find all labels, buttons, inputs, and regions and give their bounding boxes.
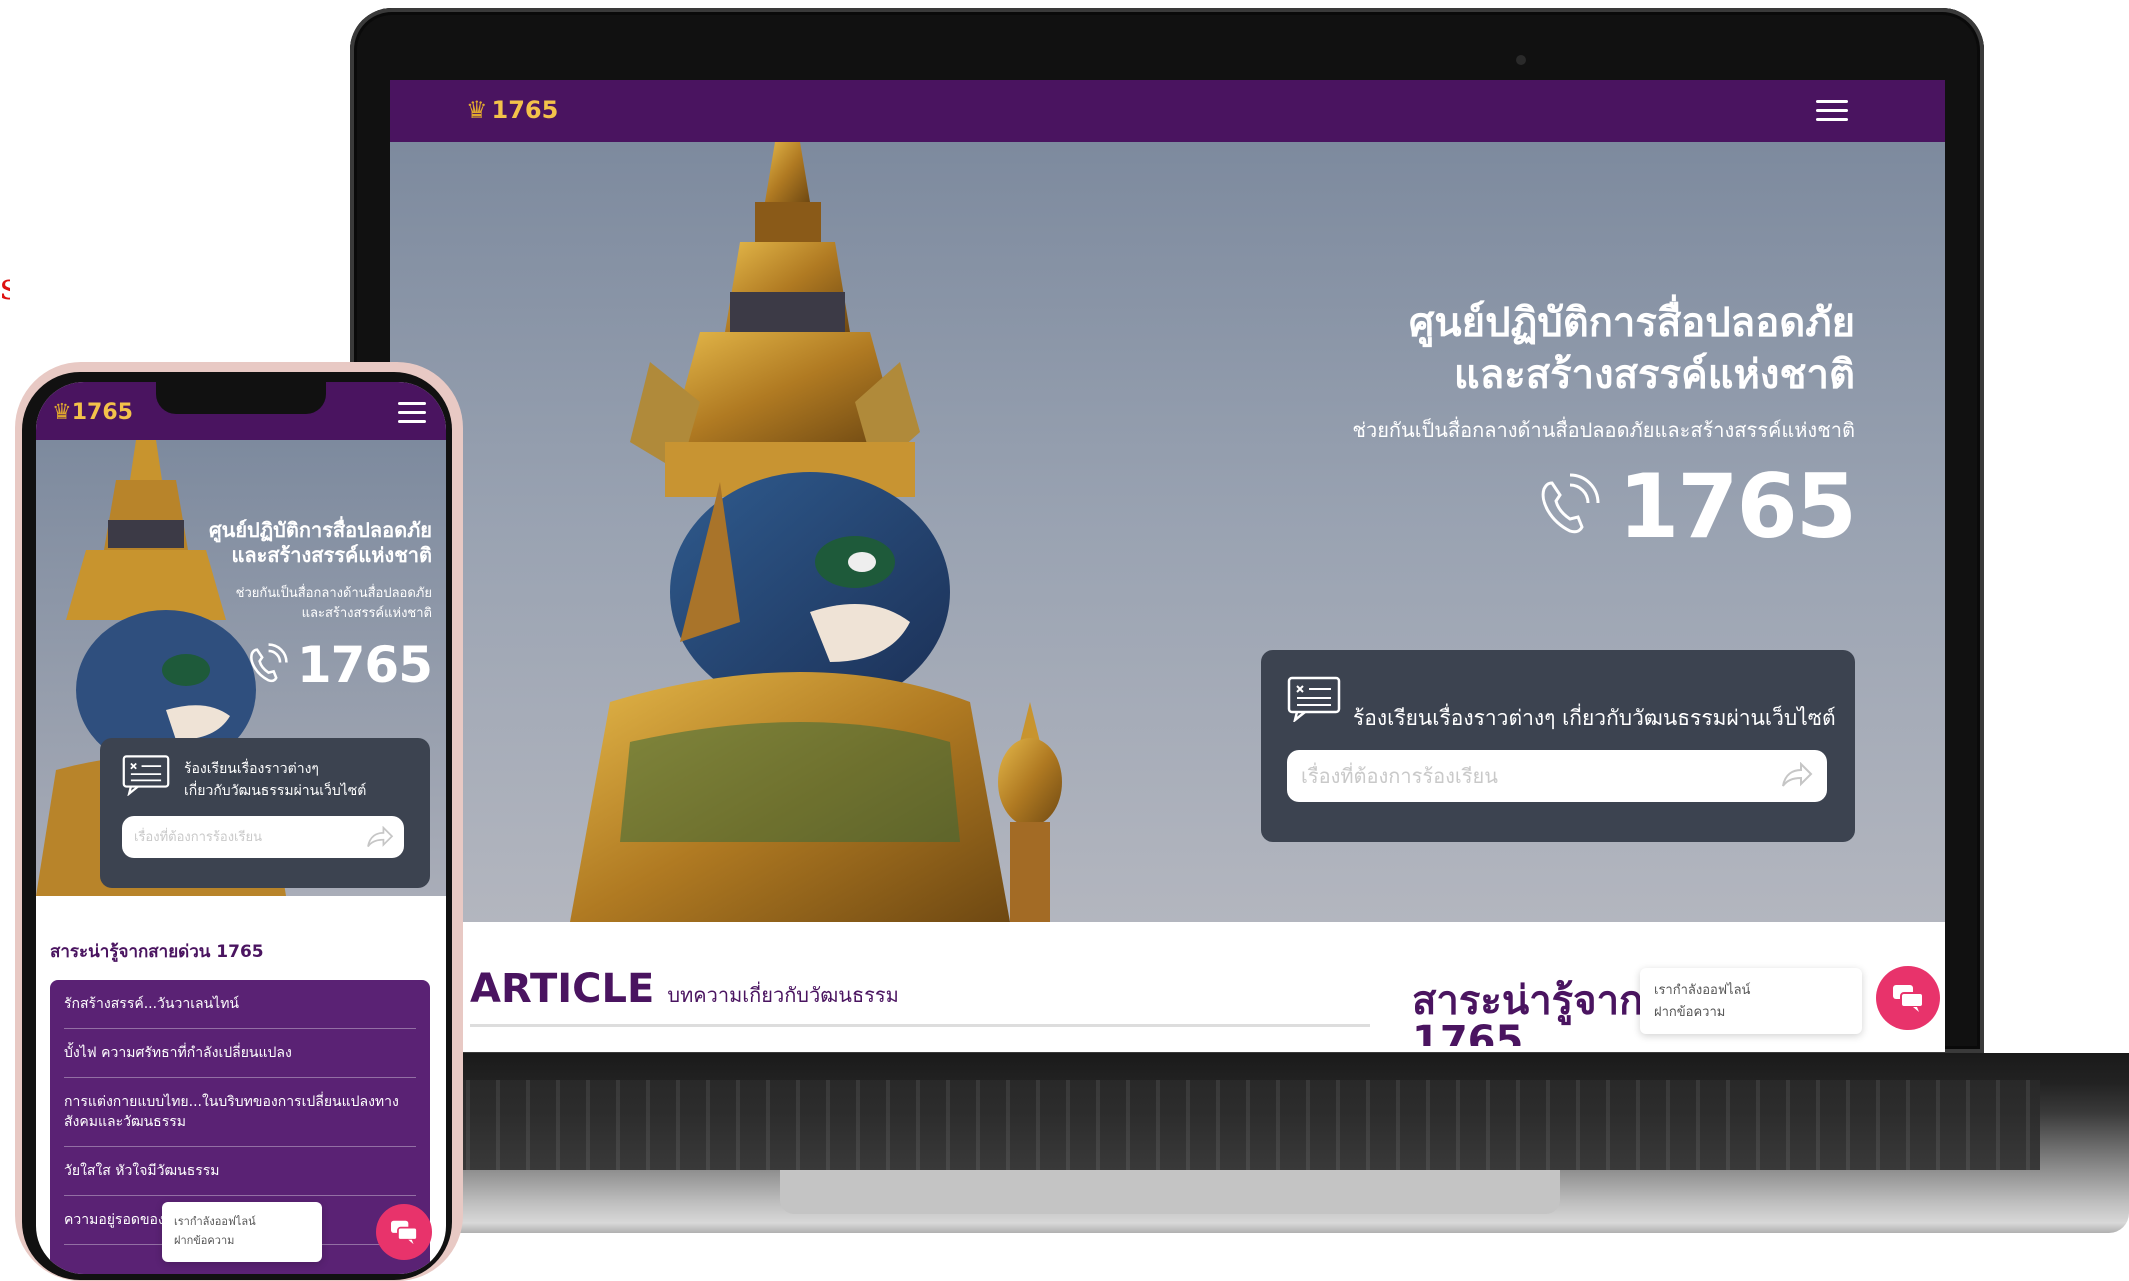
site-logo[interactable]: ♛ 1765	[466, 96, 558, 124]
complaint-panel: ร้องเรียนเรื่องราวต่างๆ เกี่ยวกับวัฒนธรร…	[1261, 650, 1855, 842]
article-divider	[470, 1024, 1370, 1027]
phone-notch	[156, 382, 326, 414]
hero-subtitle: ช่วยกันเป็นสื่อกลางด้านสื่อปลอดภัยและสร้…	[1352, 418, 1855, 442]
top-navbar: ♛ 1765	[390, 80, 1945, 142]
mobile-site-logo[interactable]: ♛1765	[52, 400, 133, 425]
complaint-input[interactable]	[1287, 750, 1827, 802]
knowledge-list-item[interactable]: การแต่งกายแบบไทย...ในบริบทของการเปลี่ยนแ…	[64, 1078, 416, 1147]
mobile-complaint-label-line1: ร้องเรียนเรื่องราวต่างๆ	[184, 761, 319, 777]
laptop-keyboard	[440, 1080, 2040, 1170]
article-heading: ARTICLE บทความเกี่ยวกับวัฒนธรรม	[470, 966, 899, 1012]
mobile-hotline-number: 1765	[296, 636, 433, 694]
hero-title-line1: ศูนย์ปฏิบัติการสื่อปลอดภัย	[1408, 300, 1855, 346]
mobile-chat-offline-popup[interactable]: เรากำลังออฟไลน์ ฝากข้อความ	[162, 1202, 322, 1262]
chat-bubble-icon	[1893, 985, 1924, 1012]
knowledge-list-item[interactable]: รักสร้างสรรค์...วันวาเลนไทน์	[64, 980, 416, 1029]
hero-title: ศูนย์ปฏิบัติการสื่อปลอดภัย และสร้างสรรค์…	[1155, 297, 1855, 401]
mobile-hotline-display[interactable]: 1765	[243, 636, 433, 694]
complaint-label: ร้องเรียนเรื่องราวต่างๆ เกี่ยวกับวัฒนธรร…	[1353, 706, 1836, 730]
chat-button[interactable]	[1876, 966, 1940, 1030]
hero-banner: ศูนย์ปฏิบัติการสื่อปลอดภัย และสร้างสรรค์…	[390, 142, 1945, 922]
hero-title-line2: และสร้างสรรค์แห่งชาติ	[1453, 352, 1855, 398]
mobile-hero-title-line1: ศูนย์ปฏิบัติการสื่อปลอดภัย	[208, 518, 432, 542]
knowledge-heading-cont: 1765	[1412, 1018, 1524, 1046]
mobile-phone-call-icon	[249, 643, 288, 683]
article-subtitle: บทความเกี่ยวกับวัฒนธรรม	[667, 983, 899, 1007]
mobile-complaint-panel: ร้องเรียนเรื่องราวต่างๆ เกี่ยวกับวัฒนธรร…	[100, 738, 430, 888]
mobile-chat-status-text: เรากำลังออฟไลน์	[174, 1215, 256, 1228]
mobile-knowledge-title: สาระน่ารู้จากสายด่วน 1765	[50, 942, 264, 962]
mobile-complaint-label: ร้องเรียนเรื่องราวต่างๆ เกี่ยวกับวัฒนธรร…	[184, 758, 414, 802]
complaint-message-icon	[1287, 676, 1341, 722]
mobile-hero-title-line2: และสร้างสรรค์แห่งชาติ	[231, 543, 432, 567]
phone-screen: ♛1765 ศูนย์ปฏิบัติการสื่อปลอดภัย และสร้า…	[36, 382, 446, 1274]
mobile-hero-subtitle-line1: ช่วยกันเป็นสื่อกลางด้านสื่อปลอดภัย	[235, 586, 432, 601]
phone-call-icon	[1541, 473, 1600, 534]
mobile-chat-button[interactable]	[376, 1204, 432, 1260]
laptop-screen: ♛ 1765 ศูนย์ปฏิบัติการสื่อปลอดภัย และสร้…	[390, 80, 1945, 1052]
mobile-chat-bubble-icon	[391, 1220, 418, 1245]
mobile-share-arrow-icon[interactable]	[366, 826, 394, 850]
mobile-hero-banner: ศูนย์ปฏิบัติการสื่อปลอดภัย และสร้างสรรค์…	[36, 440, 446, 896]
hamburger-menu-icon[interactable]	[1816, 100, 1848, 122]
mobile-hero-subtitle: ช่วยกันเป็นสื่อกลางด้านสื่อปลอดภัย และสร…	[192, 584, 432, 624]
knowledge-list-item[interactable]: วัยใสใส หัวใจมีวัฒนธรรม	[64, 1147, 416, 1196]
hotline-display[interactable]: 1765	[1530, 455, 1857, 558]
mobile-logo-emblem-icon: ♛	[52, 400, 72, 425]
mobile-logo-text: 1765	[71, 400, 133, 425]
mobile-chat-leave-message-text: ฝากข้อความ	[174, 1234, 235, 1247]
mobile-hamburger-menu-icon[interactable]	[398, 402, 426, 424]
red-edge-mark: s	[0, 270, 10, 306]
share-arrow-icon[interactable]	[1781, 762, 1813, 790]
mobile-complaint-label-line2: เกี่ยวกับวัฒนธรรมผ่านเว็บไซต์	[184, 783, 367, 799]
camera-icon	[1516, 55, 1526, 65]
hotline-number: 1765	[1618, 455, 1857, 558]
mobile-hero-title: ศูนย์ปฏิบัติการสื่อปลอดภัย และสร้างสรรค์…	[172, 518, 432, 568]
mobile-complaint-input[interactable]	[122, 816, 404, 858]
chat-leave-message-text: ฝากข้อความ	[1654, 1005, 1726, 1020]
chat-offline-popup[interactable]: เรากำลังออฟไลน์ ฝากข้อความ	[1640, 968, 1862, 1034]
logo-text: 1765	[491, 96, 559, 124]
chat-status-text: เรากำลังออฟไลน์	[1654, 983, 1751, 998]
mobile-complaint-message-icon	[122, 755, 170, 796]
article-title: ARTICLE	[470, 966, 655, 1012]
laptop-trackpad	[780, 1170, 1560, 1214]
logo-emblem-icon: ♛	[466, 96, 488, 124]
knowledge-list-item[interactable]: บั้งไฟ ความศรัทธาที่กำลังเปลี่ยนแปลง	[64, 1029, 416, 1078]
giant-statue-image	[570, 142, 1062, 922]
mobile-hero-subtitle-line2: และสร้างสรรค์แห่งชาติ	[301, 606, 432, 621]
